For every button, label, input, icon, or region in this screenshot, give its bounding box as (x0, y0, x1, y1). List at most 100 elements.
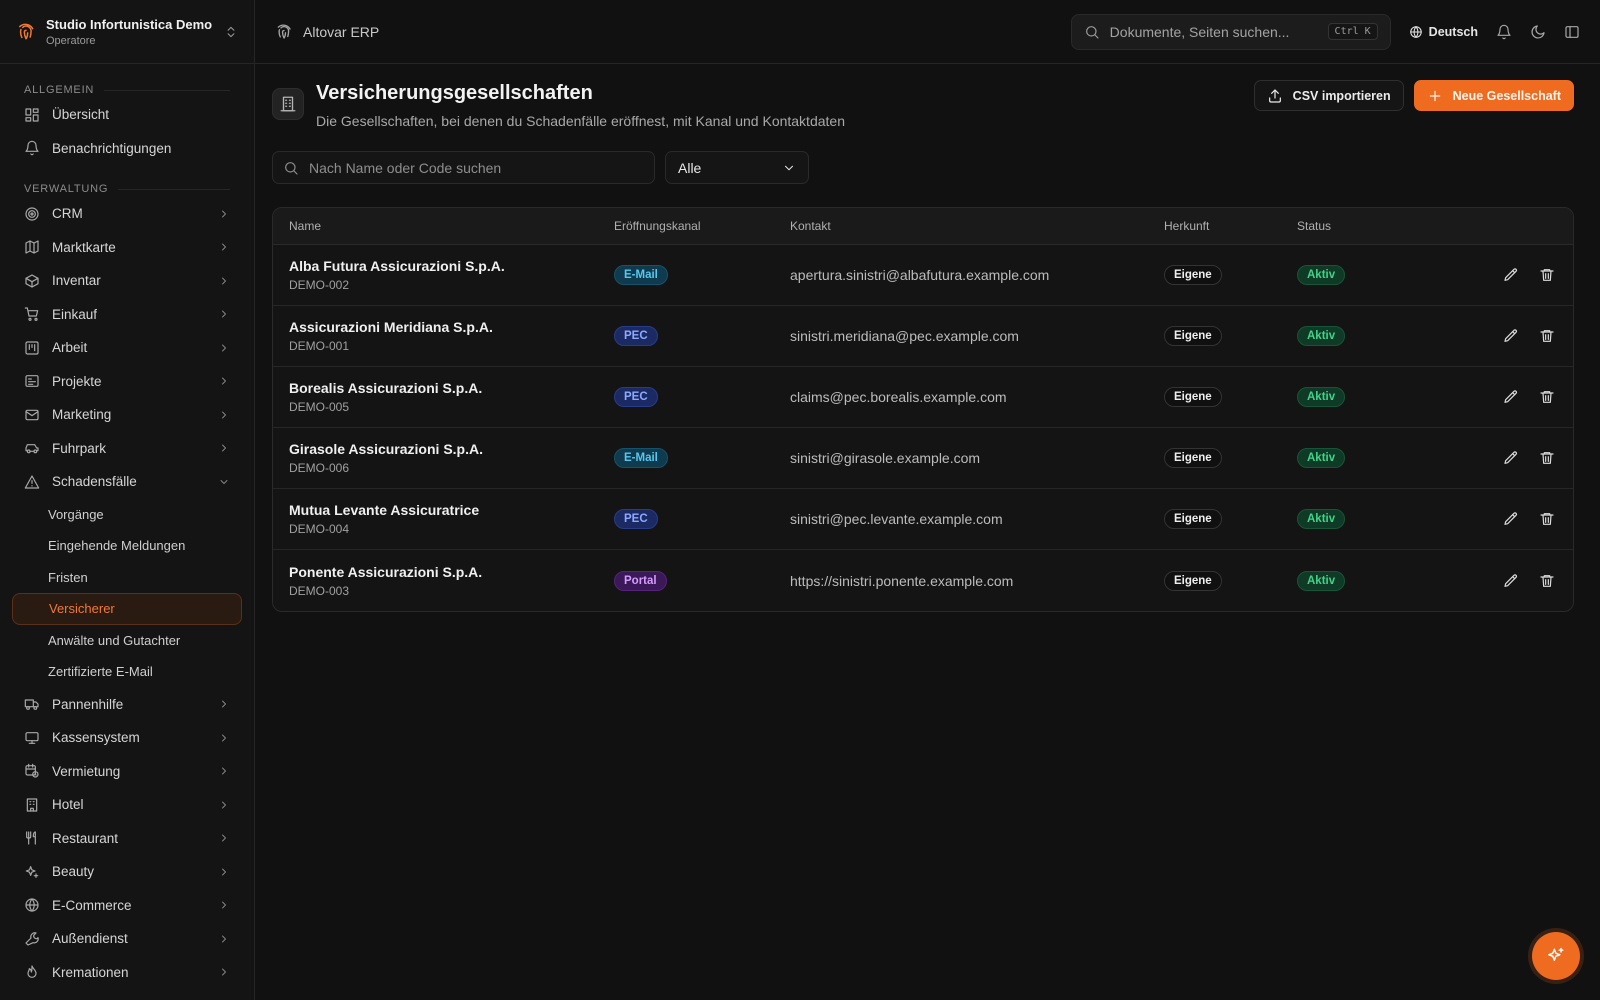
sidebar-item-label: Inventar (52, 273, 101, 289)
language-switcher[interactable]: Deutsch (1409, 25, 1478, 39)
company-name[interactable]: Borealis Assicurazioni S.p.A. (289, 380, 614, 396)
org-switcher[interactable]: Studio Infortunistica Demo Operatore (0, 0, 254, 64)
origin-badge: Eigene (1164, 509, 1222, 529)
company-name[interactable]: Girasole Assicurazioni S.p.A. (289, 441, 614, 457)
sidebar-item-aussendienst[interactable]: Außendienst (12, 922, 242, 956)
sidebar-item-marketing[interactable]: Marketing (12, 398, 242, 432)
building-icon (24, 797, 40, 813)
sidebar-item-fuhrpark[interactable]: Fuhrpark (12, 432, 242, 466)
new-company-button[interactable]: Neue Gesellschaft (1413, 80, 1574, 111)
trash-icon[interactable] (1539, 267, 1555, 283)
company-name[interactable]: Mutua Levante Assicuratrice (289, 502, 614, 518)
table-row[interactable]: Ponente Assicurazioni S.p.A. DEMO-003 Po… (273, 550, 1573, 611)
header-contact[interactable]: Kontakt (790, 219, 1164, 233)
chevron-right-icon (218, 799, 230, 811)
cell-actions (1417, 573, 1573, 589)
chevron-right-icon (218, 308, 230, 320)
truck-icon (24, 696, 40, 712)
header-name[interactable]: Name (273, 219, 614, 233)
company-name[interactable]: Ponente Assicurazioni S.p.A. (289, 564, 614, 580)
bell-icon[interactable] (1496, 24, 1512, 40)
cell-name: Ponente Assicurazioni S.p.A. DEMO-003 (273, 564, 614, 598)
sidebar-item-label: Einkauf (52, 306, 98, 322)
sidebar-toggle-icon[interactable] (1564, 24, 1580, 40)
trash-icon[interactable] (1539, 389, 1555, 405)
table-body: Alba Futura Assicurazioni S.p.A. DEMO-00… (273, 245, 1573, 611)
csv-import-button[interactable]: CSV importieren (1253, 80, 1404, 111)
sidebar-item-label: Hotel (52, 797, 84, 813)
table-row[interactable]: Borealis Assicurazioni S.p.A. DEMO-005 P… (273, 367, 1573, 428)
flame-icon (24, 964, 40, 980)
moon-icon[interactable] (1530, 24, 1546, 40)
sidebar-item-arbeit[interactable]: Arbeit (12, 331, 242, 365)
sidebar-subitem-anwaelte-gutachter[interactable]: Anwälte und Gutachter (12, 625, 242, 657)
cell-origin: Eigene (1164, 387, 1297, 407)
sidebar-item-crm[interactable]: CRM (12, 197, 242, 231)
sidebar-item-marktkarte[interactable]: Marktkarte (12, 231, 242, 265)
project-icon (24, 373, 40, 389)
sidebar-item-pannenhilfe[interactable]: Pannenhilfe (12, 688, 242, 722)
sidebar-item-kremationen[interactable]: Kremationen (12, 956, 242, 990)
sidebar-item-restaurant[interactable]: Restaurant (12, 822, 242, 856)
chevron-right-icon (218, 866, 230, 878)
status-filter-select[interactable]: Alle (665, 151, 809, 184)
pencil-icon[interactable] (1503, 328, 1519, 344)
chevron-right-icon (218, 698, 230, 710)
sidebar-item-projekte[interactable]: Projekte (12, 365, 242, 399)
pencil-icon[interactable] (1503, 511, 1519, 527)
sidebar-item-inventar[interactable]: Inventar (12, 264, 242, 298)
company-name[interactable]: Alba Futura Assicurazioni S.p.A. (289, 258, 614, 274)
insurers-table: Name Eröffnungskanal Kontakt Herkunft St… (272, 207, 1574, 612)
trash-icon[interactable] (1539, 511, 1555, 527)
shortcut-hint: Ctrl K (1327, 23, 1378, 40)
app-brand[interactable]: Altovar ERP (275, 23, 379, 41)
pencil-icon[interactable] (1503, 389, 1519, 405)
fingerprint-icon (16, 22, 36, 42)
pencil-icon[interactable] (1503, 573, 1519, 589)
company-search-input[interactable] (309, 159, 644, 176)
channel-badge: PEC (614, 387, 658, 407)
global-search[interactable]: Dokumente, Seiten suchen... Ctrl K (1070, 13, 1391, 50)
sidebar-item-kassensystem[interactable]: Kassensystem (12, 721, 242, 755)
sidebar-subitem-zertifizierte-email[interactable]: Zertifizierte E-Mail (12, 656, 242, 688)
sidebar-subitem-vorgaenge[interactable]: Vorgänge (12, 499, 242, 531)
sidebar-subitem-eingehende-meldungen[interactable]: Eingehende Meldungen (12, 530, 242, 562)
chevron-right-icon (218, 409, 230, 421)
chevron-down-icon (218, 476, 230, 488)
page-title: Versicherungsgesellschaften (316, 82, 593, 104)
header-status[interactable]: Status (1297, 219, 1417, 233)
header-origin[interactable]: Herkunft (1164, 219, 1297, 233)
origin-badge: Eigene (1164, 387, 1222, 407)
sidebar-item-hotel[interactable]: Hotel (12, 788, 242, 822)
sidebar-subitem-versicherer[interactable]: Versicherer (12, 593, 242, 625)
pencil-icon[interactable] (1503, 267, 1519, 283)
table-row[interactable]: Mutua Levante Assicuratrice DEMO-004 PEC… (273, 489, 1573, 550)
sidebar-item-benachrichtigungen[interactable]: Benachrichtigungen (12, 132, 242, 166)
fingerprint-icon (275, 23, 293, 41)
target-icon (24, 206, 40, 222)
company-name[interactable]: Assicurazioni Meridiana S.p.A. (289, 319, 614, 335)
section-general: ALLGEMEIN (12, 78, 242, 98)
sidebar-subitem-fristen[interactable]: Fristen (12, 562, 242, 594)
search-icon (283, 160, 299, 176)
sidebar-item-schadensfaelle[interactable]: Schadensfälle (12, 465, 242, 499)
pencil-icon[interactable] (1503, 450, 1519, 466)
trash-icon[interactable] (1539, 450, 1555, 466)
table-row[interactable]: Alba Futura Assicurazioni S.p.A. DEMO-00… (273, 245, 1573, 306)
trash-icon[interactable] (1539, 573, 1555, 589)
cell-actions (1417, 511, 1573, 527)
table-row[interactable]: Girasole Assicurazioni S.p.A. DEMO-006 E… (273, 428, 1573, 489)
chevron-right-icon (218, 933, 230, 945)
utensils-icon (24, 830, 40, 846)
sidebar-item-beauty[interactable]: Beauty (12, 855, 242, 889)
sidebar-item-vermietung[interactable]: Vermietung (12, 755, 242, 789)
table-row[interactable]: Assicurazioni Meridiana S.p.A. DEMO-001 … (273, 306, 1573, 367)
sidebar-item-ecommerce[interactable]: E-Commerce (12, 889, 242, 923)
header-channel[interactable]: Eröffnungskanal (614, 219, 790, 233)
trash-icon[interactable] (1539, 328, 1555, 344)
company-code: DEMO-001 (289, 339, 350, 353)
origin-badge: Eigene (1164, 265, 1222, 285)
sidebar-item-einkauf[interactable]: Einkauf (12, 298, 242, 332)
sidebar-item-uebersicht[interactable]: Übersicht (12, 98, 242, 132)
ai-assistant-button[interactable] (1532, 932, 1580, 980)
